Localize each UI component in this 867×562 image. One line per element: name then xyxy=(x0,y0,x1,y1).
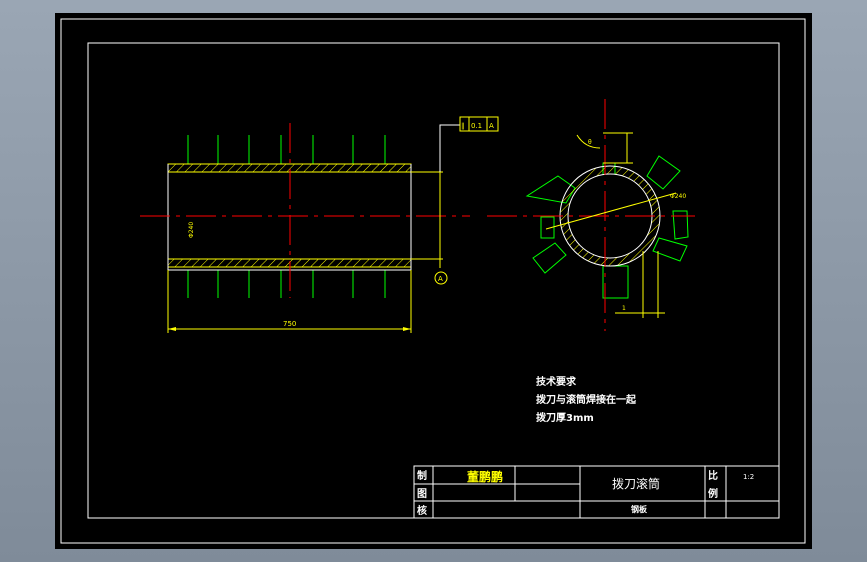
designer-label: 制 xyxy=(417,469,427,482)
tolerance-datum: A xyxy=(489,122,494,130)
tech-req-title: 技术要求 xyxy=(536,375,577,388)
cad-drawing: ∥ 0.1 A A Φ240 750 Φ240 θ 1 技术要求 拨刀与滚筒焊接… xyxy=(60,18,806,544)
bottom-blades xyxy=(187,270,386,298)
drawer-label: 图 xyxy=(417,488,427,500)
end-view: Φ240 θ 1 xyxy=(487,99,695,331)
side-diameter-label: Φ240 xyxy=(188,222,195,238)
outer-frame xyxy=(60,18,806,544)
material: 钢板 xyxy=(631,504,648,514)
scale-value: 1:2 xyxy=(743,473,754,481)
tolerance-value: 0.1 xyxy=(471,122,482,130)
inner-frame xyxy=(87,42,780,519)
side-view: ∥ 0.1 A A Φ240 750 xyxy=(140,116,499,333)
angle-label: θ xyxy=(588,139,592,146)
tech-req-line-1: 拨刀与滚筒焊接在一起 xyxy=(536,393,637,406)
scale-label-1: 比 xyxy=(708,469,718,482)
tech-requirements: 技术要求 拨刀与滚筒焊接在一起 拨刀厚3mm xyxy=(536,375,637,424)
end-diameter-label: Φ240 xyxy=(670,193,686,200)
tech-req-line-2: 拨刀厚3mm xyxy=(536,411,594,424)
scale-label-2: 例 xyxy=(708,487,718,500)
drawing-canvas: ∥ 0.1 A A Φ240 750 Φ240 θ 1 技术要求 拨刀与滚筒焊接… xyxy=(55,13,812,549)
tolerance-symbol: ∥ xyxy=(461,122,465,130)
blade-width-label: 1 xyxy=(622,305,626,312)
top-blades xyxy=(187,135,386,164)
part-name: 拨刀滚筒 xyxy=(612,476,660,491)
length-dimension-text: 750 xyxy=(283,320,296,328)
datum-marker-label: A xyxy=(438,275,443,283)
designer-name: 董鹏鹏 xyxy=(467,469,503,484)
checker-label: 核 xyxy=(417,504,427,517)
